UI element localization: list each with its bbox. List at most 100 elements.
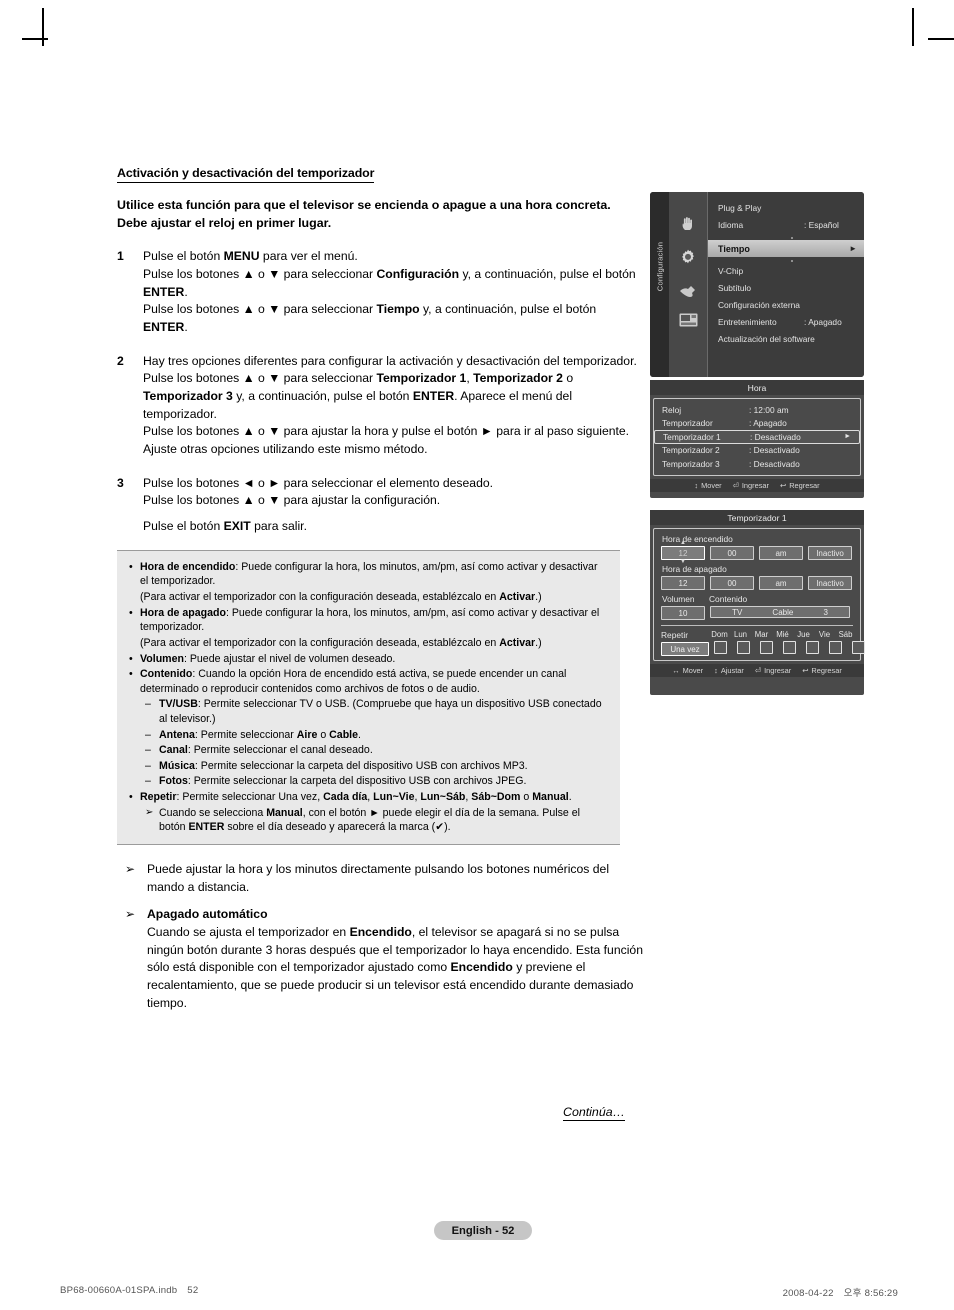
emphasis-text: Configuración (376, 266, 460, 281)
inline-text: Pulse los botones ▲ o ▼ para ajustar la … (143, 493, 441, 508)
plain-line: (Para activar el temporizador con la con… (129, 636, 608, 651)
osd-temporizador1-menu: Temporizador 1 Hora de encendido ▲ 12 ▼ … (650, 510, 865, 695)
weekday-checkbox-dom[interactable] (714, 641, 727, 654)
osd-item-label: Actualización del software (718, 334, 815, 344)
updown-arrow-icon: ↕ (714, 666, 718, 675)
content-field[interactable]: TV Cable 3 (710, 606, 850, 618)
osd-item-tiempo-highlighted[interactable]: Tiempo ► (708, 240, 864, 257)
osd-row-reloj[interactable]: Reloj : 12:00 am (654, 403, 860, 417)
weekday-checkbox-jue[interactable] (806, 641, 819, 654)
emphasis-text: Temporizador 2 (473, 371, 563, 386)
emphasis-text: Temporizador 1 (376, 371, 467, 386)
on-ampm-field[interactable]: am (759, 546, 803, 560)
dash-marker: – (145, 744, 151, 757)
hint-ingresar: ⏎ Ingresar (733, 481, 769, 490)
weekday-checkbox-mie[interactable] (783, 641, 796, 654)
print-timestamp-mark: 2008-04-22 오후 8:56:29 (783, 1285, 898, 1299)
emphasis-text: Manual (266, 806, 303, 819)
crop-mark-top-right-h (928, 38, 954, 40)
hint-label: Regresar (811, 666, 842, 675)
osd-item-configuracion-externa[interactable]: Configuración externa (718, 298, 858, 312)
osd-row-temporizador-1-selected[interactable]: Temporizador 1 : Desactivado ► (654, 430, 860, 444)
on-hour-field[interactable]: ▲ 12 ▼ (661, 540, 705, 565)
inline-text: y, a continuación, pulse el botón (232, 389, 413, 404)
osd-row-value: : Desactivado (749, 458, 800, 469)
osd-item-list: Plug & Play Idioma : Español Tiempo ► V-… (707, 192, 864, 377)
osd-item-actualizacion-del-software[interactable]: Actualización del software (718, 332, 858, 346)
osd-item-plug-and-play[interactable]: Plug & Play (718, 201, 858, 215)
osd-item-label: Idioma (718, 220, 744, 230)
emphasis-text: Lun~Sáb (420, 790, 466, 803)
bullet-item: • Hora de encendido: Puede configurar la … (129, 560, 608, 589)
down-arrow-icon: ▼ (680, 559, 686, 565)
inline-text: Pulse el botón (143, 519, 224, 534)
content-source-value: TV (732, 607, 743, 617)
off-ampm-field[interactable]: am (759, 576, 803, 590)
osd-item-v-chip[interactable]: V-Chip (718, 264, 858, 278)
osd-item-label: Configuración externa (718, 300, 800, 310)
inline-text: : Permite seleccionar (194, 728, 297, 741)
emphasis-text: Manual (532, 790, 569, 803)
on-activation-field[interactable]: Inactivo (808, 546, 852, 560)
print-file-page: 52 (187, 1285, 199, 1296)
weekday-checkbox-lun[interactable] (737, 641, 750, 654)
option-descriptions-box: • Hora de encendido: Puede configurar la … (117, 549, 620, 845)
osd-vertical-tab: Configuración (650, 192, 669, 377)
osd-row-temporizador-2[interactable]: Temporizador 2 : Desactivado (654, 444, 860, 458)
osd-row-temporizador-3[interactable]: Temporizador 3 : Desactivado (654, 457, 860, 471)
bullet-item: • Contenido: Cuando la opción Hora de enc… (129, 667, 608, 696)
osd-item-label: Tiempo (718, 243, 750, 254)
osd-item-subtitulo[interactable]: Subtítulo (718, 281, 858, 295)
field-value: Inactivo (816, 578, 844, 588)
inline-text: y, a continuación, pulse el botón (459, 266, 636, 281)
emphasis-text: Sáb~Dom (471, 790, 521, 803)
repeat-section: Repetir Una vez Dom Lun Mar Mié Jue Vie … (661, 630, 865, 656)
step-line: Pulse los botones ▲ o ▼ para seleccionar… (143, 301, 644, 336)
step-line: Pulse los botones ▲ o ▼ para ajustar la … (143, 423, 644, 458)
weekday-names: Dom Lun Mar Mié Jue Vie Sáb (709, 630, 870, 639)
inline-text: : Cuando la opción Hora de encendido est… (140, 668, 567, 695)
inline-text: Puede ajustar la hora y los minutos dire… (147, 861, 610, 894)
field-value: 12 (678, 578, 688, 588)
osd-row-temporizador[interactable]: Temporizador : Apagado (654, 417, 860, 431)
bullet-text: Hora de apagado: Puede configurar la hor… (140, 606, 608, 635)
osd-item-idioma[interactable]: Idioma : Español (718, 218, 858, 232)
note-item: ➢ Apagado automático Cuando se ajusta el t… (117, 906, 644, 1012)
off-hour-field[interactable]: 12 (661, 576, 705, 590)
hint-label: Ingresar (764, 666, 792, 675)
bullet-marker: • (129, 668, 133, 681)
osd-item-label: Entretenimiento (718, 317, 777, 327)
osd-hora-hintbar: ↕ Mover ⏎ Ingresar ↩ Regresar (650, 478, 864, 492)
sub-bullet-text: Canal: Permite seleccionar el canal dese… (159, 743, 608, 758)
repeat-value-field[interactable]: Una vez (661, 642, 709, 656)
on-minute-field[interactable]: 00 (710, 546, 754, 560)
volume-field[interactable]: 10 (661, 606, 705, 620)
emphasis-text: MENU (223, 249, 260, 264)
label-volumen: Volumen (662, 594, 695, 604)
off-minute-field[interactable]: 00 (710, 576, 754, 590)
bullet-marker: • (129, 606, 133, 619)
indent-spacer (129, 590, 140, 605)
inline-text: : Permite seleccionar el canal deseado. (187, 744, 373, 757)
weekday-label-lun: Lun (733, 630, 747, 639)
weekday-checkbox-vie[interactable] (829, 641, 842, 654)
weekday-section: Dom Lun Mar Mié Jue Vie Sáb (709, 630, 870, 654)
inline-text: . (184, 284, 188, 299)
osd-item-label: Subtítulo (718, 283, 752, 293)
field-value: 00 (727, 548, 737, 558)
inline-text: y, a continuación, pulse el botón (419, 302, 597, 317)
gear-icon (677, 247, 699, 267)
weekday-checkbox-sab[interactable] (852, 641, 865, 654)
inline-text: . (358, 728, 361, 741)
dash-marker: – (145, 698, 151, 711)
step-item: 1 Pulse el botón MENU para ver el menú. Pu… (117, 248, 644, 336)
emphasis-text: ENTER (412, 389, 455, 404)
emphasis-text: Lun~Vie (373, 790, 415, 803)
osd-item-entretenimiento[interactable]: Entretenimiento : Apagado (718, 315, 858, 329)
inline-text: sobre el día deseado y aparecerá la marc… (224, 821, 451, 834)
off-activation-field[interactable]: Inactivo (808, 576, 852, 590)
emphasis-text: Cada día (323, 790, 368, 803)
up-arrow-icon: ▲ (680, 540, 686, 546)
weekday-checkbox-mar[interactable] (760, 641, 773, 654)
field-value: 10 (678, 608, 688, 618)
